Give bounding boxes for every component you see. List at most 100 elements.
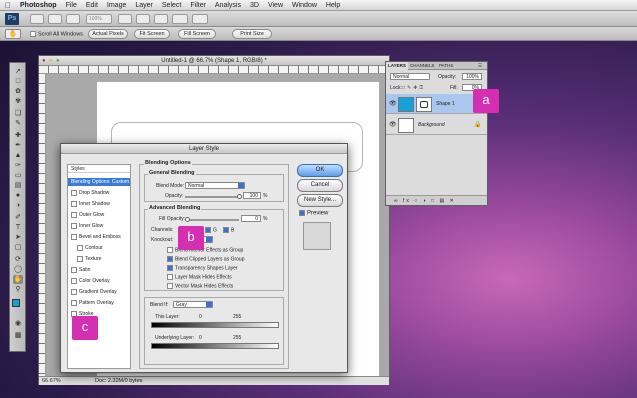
- new-style-button[interactable]: New Style...: [297, 194, 343, 207]
- blending-options-item[interactable]: Blending Options: Custom: [68, 178, 130, 186]
- effect-texture[interactable]: Texture: [68, 255, 130, 263]
- menu-select[interactable]: Select: [162, 2, 181, 9]
- menu-analysis[interactable]: Analysis: [215, 2, 241, 9]
- screen-mode-icon[interactable]: ▩: [13, 331, 23, 340]
- transparency-shapes-checkbox[interactable]: Transparency Shapes Layer: [167, 265, 238, 271]
- blend-clipped-checkbox[interactable]: Blend Clipped Layers as Group: [167, 256, 245, 262]
- menu-edit[interactable]: Edit: [86, 2, 98, 9]
- tab-layers[interactable]: LAYERS: [386, 62, 408, 70]
- healing-brush-tool-icon[interactable]: ✚: [13, 131, 23, 140]
- hand-tool-icon[interactable]: [118, 14, 132, 24]
- opacity-input[interactable]: 100: [243, 192, 261, 199]
- rotate-view-icon[interactable]: [154, 14, 168, 24]
- foreground-color-swatch[interactable]: [12, 299, 20, 307]
- channel-g-checkbox[interactable]: G: [205, 227, 217, 233]
- type-tool-icon[interactable]: T: [13, 223, 23, 232]
- fill-opacity-slider-knob[interactable]: [185, 217, 190, 222]
- zoom-tool-icon[interactable]: [136, 14, 150, 24]
- close-window-icon[interactable]: ●: [42, 58, 46, 64]
- effect-contour[interactable]: Contour: [68, 244, 130, 252]
- eraser-tool-icon[interactable]: ▭: [13, 171, 23, 180]
- move-tool-icon[interactable]: ➚: [13, 67, 23, 76]
- opacity-slider-knob[interactable]: [237, 194, 242, 199]
- fill-opacity-slider[interactable]: [187, 219, 239, 221]
- vector-mask-hides-checkbox[interactable]: Vector Mask Hides Effects: [167, 283, 233, 289]
- shape-tool-icon[interactable]: ▢: [13, 243, 23, 252]
- menu-layer[interactable]: Layer: [135, 2, 153, 9]
- layer-row-background[interactable]: 👁 Background 🔒: [386, 115, 487, 135]
- actual-pixels-button[interactable]: Actual Pixels: [88, 29, 128, 39]
- ok-button[interactable]: OK: [297, 164, 343, 177]
- guides-icon[interactable]: [66, 14, 80, 24]
- panel-menu-icon[interactable]: ☰: [476, 62, 484, 70]
- layer-name[interactable]: Background: [418, 122, 445, 128]
- cancel-button[interactable]: Cancel: [297, 179, 343, 192]
- opacity-slider[interactable]: [185, 196, 239, 198]
- zoom-tool-icon[interactable]: ⚲: [13, 285, 23, 294]
- menu-view[interactable]: View: [268, 2, 283, 9]
- menu-help[interactable]: Help: [326, 2, 340, 9]
- quick-mask-icon[interactable]: ◉: [13, 319, 23, 328]
- styles-item[interactable]: Styles: [68, 165, 130, 173]
- effect-inner-glow[interactable]: Inner Glow: [68, 222, 130, 230]
- menu-image[interactable]: Image: [107, 2, 126, 9]
- gradient-tool-icon[interactable]: ▤: [13, 181, 23, 190]
- lock-icons[interactable]: □✎✚⚿: [402, 85, 425, 91]
- print-size-button[interactable]: Print Size: [232, 29, 272, 39]
- brush-tool-icon[interactable]: ✒: [13, 141, 23, 150]
- pen-tool-icon[interactable]: ✐: [13, 213, 23, 222]
- screen-mode-icon[interactable]: [192, 14, 208, 24]
- dodge-tool-icon[interactable]: ◑: [13, 201, 23, 210]
- layer-row-shape-1[interactable]: 👁 Shape 1: [386, 94, 487, 114]
- document-info[interactable]: Doc: 2.32M/0 bytes: [95, 377, 142, 386]
- zoom-readout[interactable]: 66.67%: [42, 377, 61, 386]
- 3d-orbit-tool-icon[interactable]: ◯: [13, 265, 23, 274]
- 3d-rotate-tool-icon[interactable]: ⟳: [13, 255, 23, 264]
- channel-b-checkbox[interactable]: B: [223, 227, 234, 233]
- quick-select-tool-icon[interactable]: ✾: [13, 97, 23, 106]
- bridge-icon[interactable]: [30, 14, 44, 24]
- layer-opacity-input[interactable]: 100%: [462, 73, 482, 80]
- fill-opacity-input[interactable]: 0: [241, 215, 261, 222]
- eyedropper-tool-icon[interactable]: ✎: [13, 119, 23, 128]
- apple-icon[interactable]: : [5, 1, 11, 10]
- blend-mode-select[interactable]: Normal: [185, 182, 245, 189]
- path-selection-tool-icon[interactable]: ➤: [13, 233, 23, 242]
- fit-screen-button[interactable]: Fit Screen: [134, 29, 170, 39]
- hand-tool-preset-icon[interactable]: ✋: [5, 29, 21, 39]
- menu-photoshop[interactable]: Photoshop: [20, 2, 57, 9]
- zoom-window-icon[interactable]: ●: [56, 58, 60, 64]
- layer-mask-hides-checkbox[interactable]: Layer Mask Hides Effects: [167, 274, 232, 280]
- preview-checkbox[interactable]: Preview: [299, 210, 328, 217]
- underlying-layer-gradient-slider[interactable]: [151, 343, 279, 349]
- fill-screen-button[interactable]: Fill Screen: [178, 29, 216, 39]
- minimize-window-icon[interactable]: ●: [49, 58, 53, 64]
- crop-tool-icon[interactable]: ❏: [13, 109, 23, 118]
- visibility-eye-icon[interactable]: 👁: [389, 100, 397, 107]
- effect-color-overlay[interactable]: Color Overlay: [68, 277, 130, 285]
- effect-outer-glow[interactable]: Outer Glow: [68, 211, 130, 219]
- arrange-documents-icon[interactable]: [172, 14, 188, 24]
- effect-pattern-overlay[interactable]: Pattern Overlay: [68, 299, 130, 307]
- visibility-eye-icon[interactable]: 👁: [389, 121, 397, 128]
- blend-if-select[interactable]: Gray: [173, 301, 213, 308]
- menu-file[interactable]: File: [66, 2, 77, 9]
- mini-bridge-icon[interactable]: [48, 14, 62, 24]
- marquee-tool-icon[interactable]: □: [13, 77, 23, 86]
- effect-gradient-overlay[interactable]: Gradient Overlay: [68, 288, 130, 296]
- tab-channels[interactable]: CHANNELS: [408, 62, 437, 70]
- layer-name[interactable]: Shape 1: [436, 101, 455, 107]
- zoom-level-dropdown[interactable]: 100%: [86, 14, 112, 24]
- clone-stamp-tool-icon[interactable]: ▲: [13, 151, 23, 160]
- menu-window[interactable]: Window: [292, 2, 317, 9]
- menu-3d[interactable]: 3D: [250, 2, 259, 9]
- tab-paths[interactable]: PATHS: [437, 62, 455, 70]
- layer-blend-mode-select[interactable]: Normal: [390, 73, 430, 80]
- effect-drop-shadow[interactable]: Drop Shadow: [68, 189, 130, 197]
- this-layer-gradient-slider[interactable]: [151, 322, 279, 328]
- hand-tool-icon[interactable]: ✋: [13, 275, 23, 284]
- layer-action-icons[interactable]: ∞ fx ○ ◑ □ ▤ ✕: [394, 196, 456, 206]
- scroll-all-windows-checkbox[interactable]: Scroll All Windows: [30, 31, 83, 37]
- blur-tool-icon[interactable]: ●: [13, 191, 23, 200]
- menu-filter[interactable]: Filter: [190, 2, 206, 9]
